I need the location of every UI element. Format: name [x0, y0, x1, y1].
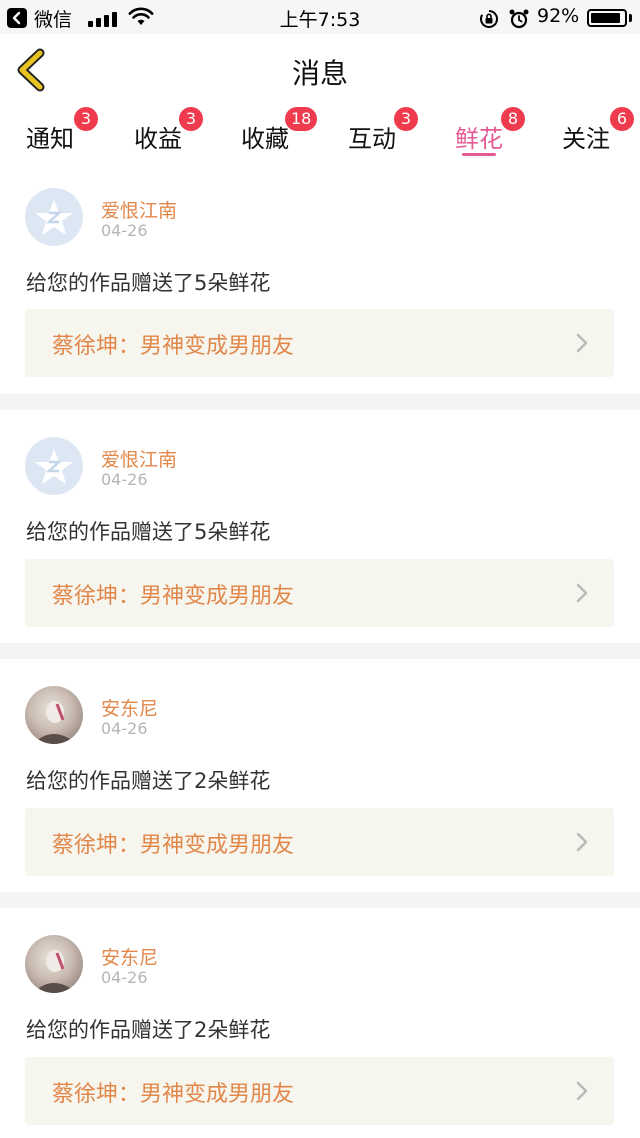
photo-avatar[interactable] [25, 935, 83, 993]
battery-level-fill [591, 13, 620, 23]
tab-earnings[interactable]: 收益 3 [134, 107, 214, 163]
message-text: 给您的作品赠送了2朵鲜花 [26, 769, 271, 793]
username[interactable]: 安东尼 [101, 694, 158, 721]
list-item: 安东尼 04-26 给您的作品赠送了2朵鲜花 蔡徐坤：男神变成男朋友 [0, 908, 640, 1138]
page-title: 消息 [291, 57, 348, 90]
list-item: 安东尼 04-26 给您的作品赠送了2朵鲜花 蔡徐坤：男神变成男朋友 [0, 659, 640, 892]
rotation-lock-icon [480, 10, 498, 28]
chevron-right-icon [576, 583, 588, 603]
photo-avatar[interactable] [25, 686, 83, 744]
tab-label: 关注 [562, 125, 610, 153]
tab-bar: 通知 3 收益 3 收藏 18 互动 3 鲜花 8 关注 6 [0, 107, 640, 169]
unread-badge: 6 [610, 107, 634, 131]
message-text: 给您的作品赠送了5朵鲜花 [26, 520, 271, 544]
message-date: 04-26 [101, 221, 148, 240]
divider [0, 394, 640, 410]
chevron-right-icon [576, 1081, 588, 1101]
unread-badge: 3 [394, 107, 418, 131]
username[interactable]: 安东尼 [101, 943, 158, 970]
tab-favorites[interactable]: 收藏 18 [241, 107, 321, 163]
chevron-right-icon [576, 333, 588, 353]
message-text: 给您的作品赠送了2朵鲜花 [26, 1018, 271, 1042]
tab-notifications[interactable]: 通知 3 [26, 107, 106, 163]
work-link[interactable]: 蔡徐坤：男神变成男朋友 [25, 309, 614, 377]
alarm-icon [509, 9, 529, 29]
default-avatar-icon[interactable] [25, 188, 83, 246]
active-tab-indicator [462, 153, 496, 156]
tab-label: 通知 [26, 125, 74, 153]
list-item: 爱恨江南 04-26 给您的作品赠送了5朵鲜花 蔡徐坤：男神变成男朋友 [0, 169, 640, 394]
status-bar: 微信 上午7:53 92% [0, 0, 640, 34]
divider [0, 643, 640, 659]
tab-label: 互动 [348, 125, 396, 153]
tab-label: 鲜花 [455, 125, 503, 153]
work-title: 蔡徐坤：男神变成男朋友 [52, 833, 295, 858]
unread-badge: 3 [74, 107, 98, 131]
nav-header: 消息 [0, 34, 640, 107]
work-title: 蔡徐坤：男神变成男朋友 [52, 584, 295, 609]
unread-badge: 3 [179, 107, 203, 131]
message-date: 04-26 [101, 470, 148, 489]
work-title: 蔡徐坤：男神变成男朋友 [52, 1082, 295, 1107]
work-link[interactable]: 蔡徐坤：男神变成男朋友 [25, 559, 614, 627]
tab-label: 收益 [134, 125, 182, 153]
work-link[interactable]: 蔡徐坤：男神变成男朋友 [25, 1057, 614, 1125]
unread-badge: 8 [501, 107, 525, 131]
battery-percent: 92% [537, 5, 580, 27]
battery-tip [629, 14, 632, 22]
default-avatar-icon[interactable] [25, 437, 83, 495]
work-title: 蔡徐坤：男神变成男朋友 [52, 334, 295, 359]
message-text: 给您的作品赠送了5朵鲜花 [26, 271, 271, 295]
tab-label: 收藏 [241, 125, 289, 153]
unread-badge: 18 [285, 107, 318, 131]
battery-icon [587, 9, 627, 27]
tab-flowers[interactable]: 鲜花 8 [455, 107, 535, 163]
work-link[interactable]: 蔡徐坤：男神变成男朋友 [25, 808, 614, 876]
divider [0, 892, 640, 908]
username[interactable]: 爱恨江南 [101, 196, 177, 223]
tab-follows[interactable]: 关注 6 [562, 107, 640, 163]
message-date: 04-26 [101, 719, 148, 738]
message-date: 04-26 [101, 968, 148, 987]
chevron-right-icon [576, 832, 588, 852]
username[interactable]: 爱恨江南 [101, 445, 177, 472]
list-item: 爱恨江南 04-26 给您的作品赠送了5朵鲜花 蔡徐坤：男神变成男朋友 [0, 410, 640, 643]
tab-interactions[interactable]: 互动 3 [348, 107, 428, 163]
